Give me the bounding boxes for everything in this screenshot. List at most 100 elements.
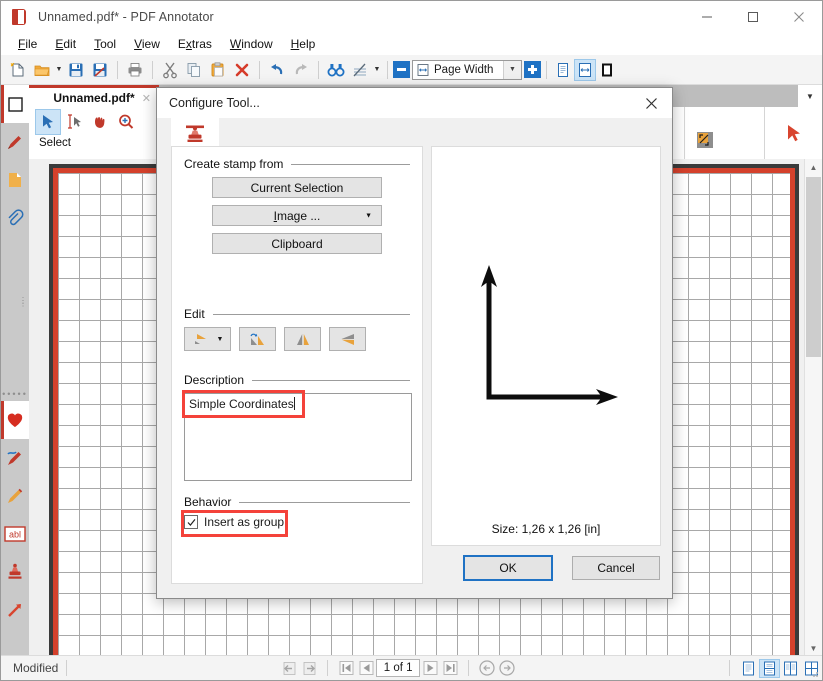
current-selection-label: Current Selection	[250, 180, 344, 195]
open-dropdown-caret[interactable]: ▼	[54, 58, 64, 82]
circle-back-icon	[479, 660, 495, 676]
flip-horizontal-button[interactable]	[284, 327, 321, 351]
open-document-button[interactable]	[30, 58, 54, 82]
rail-drag-handle[interactable]: ⋮ ⋮	[19, 297, 27, 308]
crop-dropdown-caret-icon[interactable]: ▼	[217, 336, 224, 343]
layout-facing[interactable]	[780, 659, 801, 678]
svg-text:abl: abl	[9, 530, 21, 540]
maximize-button[interactable]	[730, 1, 776, 33]
window-title: Unnamed.pdf* - PDF Annotator	[38, 10, 214, 24]
flip-vertical-button[interactable]	[329, 327, 366, 351]
next-page-icon	[423, 661, 438, 675]
configure-tool-dialog: Configure Tool... Create stamp from Curr…	[156, 87, 673, 599]
rail-item-attachment[interactable]	[1, 199, 29, 237]
annotation-separator	[764, 107, 765, 159]
flip-horizontal-icon	[296, 334, 309, 345]
annotation-separator	[684, 107, 685, 159]
find-button[interactable]	[324, 58, 348, 82]
history-back-button[interactable]	[477, 659, 497, 677]
scroll-up-arrow-icon[interactable]: ▲	[805, 159, 822, 176]
page-width-view-button[interactable]	[574, 58, 596, 81]
fullscreen-view-button[interactable]	[596, 59, 618, 81]
previous-page-button[interactable]	[356, 659, 376, 677]
app-logo-icon	[11, 8, 29, 26]
menu-tool[interactable]: Tool	[85, 35, 125, 53]
first-page-button[interactable]	[336, 659, 356, 677]
flip-vertical-icon	[341, 334, 354, 345]
tool-select-arrow[interactable]	[35, 109, 61, 135]
rail-item-favorite[interactable]	[1, 401, 29, 439]
rail-item-note[interactable]	[1, 161, 29, 199]
erase-page-button[interactable]	[348, 58, 372, 82]
new-document-button[interactable]	[6, 58, 30, 82]
previous-view-button[interactable]	[279, 659, 299, 677]
erase-dropdown-caret[interactable]: ▼	[372, 58, 382, 82]
dialog-close-button[interactable]	[630, 88, 672, 118]
layout-single[interactable]	[738, 659, 759, 678]
resize-grip[interactable]	[809, 667, 819, 677]
save-button[interactable]	[64, 58, 88, 82]
zoom-select[interactable]: Page Width ▼	[412, 59, 522, 80]
current-selection-button[interactable]: Current Selection	[212, 177, 382, 198]
behavior-group-header: Behavior	[184, 495, 410, 509]
undo-button[interactable]	[265, 58, 289, 82]
insert-as-group-checkbox[interactable]: Insert as group	[184, 515, 284, 529]
text-select-icon	[68, 114, 81, 129]
zoom-in-button[interactable]	[524, 61, 541, 78]
cancel-button[interactable]: Cancel	[572, 556, 660, 580]
save-as-button[interactable]	[88, 58, 112, 82]
tool-pointer[interactable]	[781, 121, 807, 147]
rail-item-arrow[interactable]	[1, 591, 29, 629]
minimize-button[interactable]	[684, 1, 730, 33]
tool-zoom[interactable]	[113, 109, 139, 135]
hand-icon	[95, 117, 105, 128]
print-button[interactable]	[123, 58, 147, 82]
paste-button[interactable]	[206, 58, 230, 82]
rail-item-blue-pen[interactable]	[1, 439, 29, 477]
rail-item-marker[interactable]	[1, 123, 29, 161]
title-bar: Unnamed.pdf* - PDF Annotator	[1, 1, 822, 33]
tool-resize[interactable]	[692, 127, 718, 153]
next-page-button[interactable]	[420, 659, 440, 677]
copy-button[interactable]	[182, 58, 206, 82]
document-tab[interactable]: Unnamed.pdf* ✕	[29, 85, 159, 107]
tool-pan-hand[interactable]	[87, 109, 113, 135]
clipboard-button[interactable]: Clipboard	[212, 233, 382, 254]
delete-button[interactable]	[230, 58, 254, 82]
checkbox-box[interactable]	[184, 515, 198, 529]
menu-edit[interactable]: Edit	[46, 35, 85, 53]
menu-view[interactable]: View	[125, 35, 169, 53]
menu-file[interactable]: File	[9, 35, 46, 53]
rail-item-stamp[interactable]	[1, 553, 29, 591]
single-page-view-button[interactable]	[552, 59, 574, 81]
close-button[interactable]	[776, 1, 822, 33]
menu-file-label: ile	[25, 37, 38, 51]
zoom-out-button[interactable]	[393, 61, 410, 78]
ok-button[interactable]: OK	[463, 555, 553, 581]
rail-item-highlighter[interactable]	[1, 477, 29, 515]
page-indicator[interactable]: 1 of 1	[376, 659, 421, 677]
image-button[interactable]: Image ... ▼	[212, 205, 382, 226]
rail-item-text[interactable]: abl	[1, 515, 29, 553]
vertical-scrollbar[interactable]: ▲ ▼	[804, 159, 822, 657]
last-page-button[interactable]	[440, 659, 460, 677]
description-input[interactable]: Simple Coordinates	[184, 393, 412, 481]
document-tab-close-icon[interactable]: ✕	[142, 92, 151, 105]
image-dropdown-caret-icon[interactable]: ▼	[365, 212, 372, 219]
layout-continuous[interactable]	[759, 658, 781, 678]
menu-window[interactable]: Window	[221, 35, 282, 53]
rotate-button[interactable]	[239, 327, 276, 351]
cut-button[interactable]	[158, 58, 182, 82]
zoom-dropdown-caret[interactable]: ▼	[503, 60, 521, 79]
tab-overflow-caret-icon[interactable]: ▼	[798, 85, 822, 107]
empty-square-icon	[7, 96, 23, 112]
crop-button[interactable]: ▼	[184, 327, 231, 351]
redo-button[interactable]	[289, 58, 313, 82]
tool-text-select[interactable]	[61, 109, 87, 135]
menu-help[interactable]: Help	[282, 35, 325, 53]
menu-extras[interactable]: Extras	[169, 35, 221, 53]
rail-item-select-rect[interactable]	[1, 85, 29, 123]
next-view-button[interactable]	[299, 659, 319, 677]
history-forward-button[interactable]	[497, 659, 517, 677]
scrollbar-thumb[interactable]	[806, 177, 821, 357]
